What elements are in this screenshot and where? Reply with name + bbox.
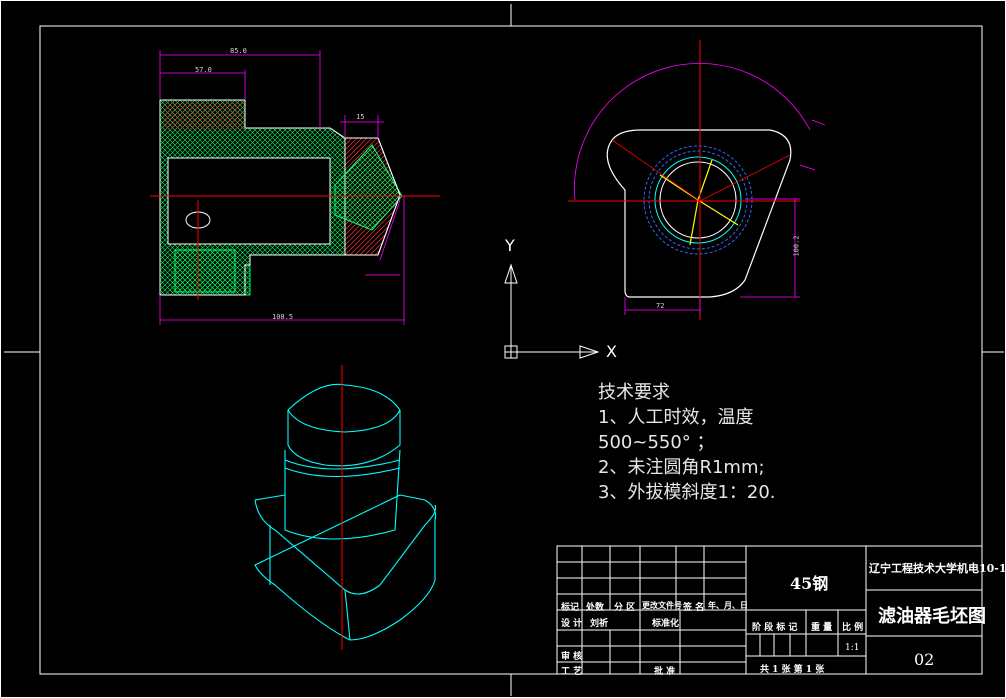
tech-item-4: 3、外拔模斜度1：20.	[598, 482, 776, 503]
ucs-icon	[504, 263, 600, 359]
ratio-label: 比 例	[842, 623, 864, 633]
weight-label: 重 量	[811, 623, 833, 633]
designer-name: 刘祈	[590, 619, 609, 629]
stage-label: 阶 段 标 记	[752, 623, 798, 633]
approve-label: 批 准	[654, 667, 676, 677]
dim-bottom: 108.5	[272, 313, 294, 321]
header-label-4: 更改文件号	[642, 600, 682, 610]
header-label-5: 签 名	[683, 603, 705, 613]
header-label-6: 年、月、日	[708, 600, 748, 610]
standardize-label: 标准化	[652, 619, 680, 629]
school-label: 辽宁工程技术大学机电10-1班	[869, 562, 1006, 575]
dim-top-2: 57.0	[195, 66, 212, 74]
tech-item-2: 500~550° ；	[598, 432, 715, 453]
review-label: 审 核	[561, 652, 583, 662]
header-label-2: 处数	[586, 603, 605, 613]
header-label-3: 分 区	[614, 603, 636, 613]
top-view-outline	[606, 129, 792, 298]
scale-value: 1:1	[845, 643, 860, 653]
dim-right: 100.2	[792, 235, 801, 257]
ucs-x-label: X	[606, 342, 617, 361]
ucs-y-label: Y	[505, 236, 515, 255]
tech-item-1: 1、人工时效，温度	[598, 407, 754, 428]
section-red-hatch-top	[163, 102, 243, 130]
section-bottom-hole	[174, 249, 236, 293]
isometric-view	[254, 365, 437, 650]
section-view	[150, 50, 440, 325]
material-label: 45钢	[790, 574, 829, 593]
sheets-label: 共 1 张 第 1 张	[760, 665, 825, 675]
process-label: 工 艺	[561, 667, 583, 677]
dim-bottom-right: 72	[656, 302, 665, 310]
dim-top-1: 85.0	[230, 47, 247, 55]
drawing-name: 滤油器毛坯图	[878, 606, 986, 627]
technical-requirements: 技术要求 1、人工时效，温度 500~550° ； 2、未注圆角R1mm; 3、…	[598, 380, 776, 505]
design-label: 设 计	[561, 619, 583, 629]
section-cavity	[167, 157, 331, 245]
cad-drawing-canvas[interactable]	[0, 0, 1006, 698]
top-view	[568, 40, 826, 320]
header-label-1: 标记	[561, 603, 580, 613]
drawing-frame	[0, 0, 1006, 698]
drawing-number: 02	[914, 650, 935, 669]
dim-small: 15	[356, 113, 365, 121]
tech-item-3: 2、未注圆角R1mm;	[598, 457, 765, 478]
tech-heading: 技术要求	[598, 382, 670, 403]
